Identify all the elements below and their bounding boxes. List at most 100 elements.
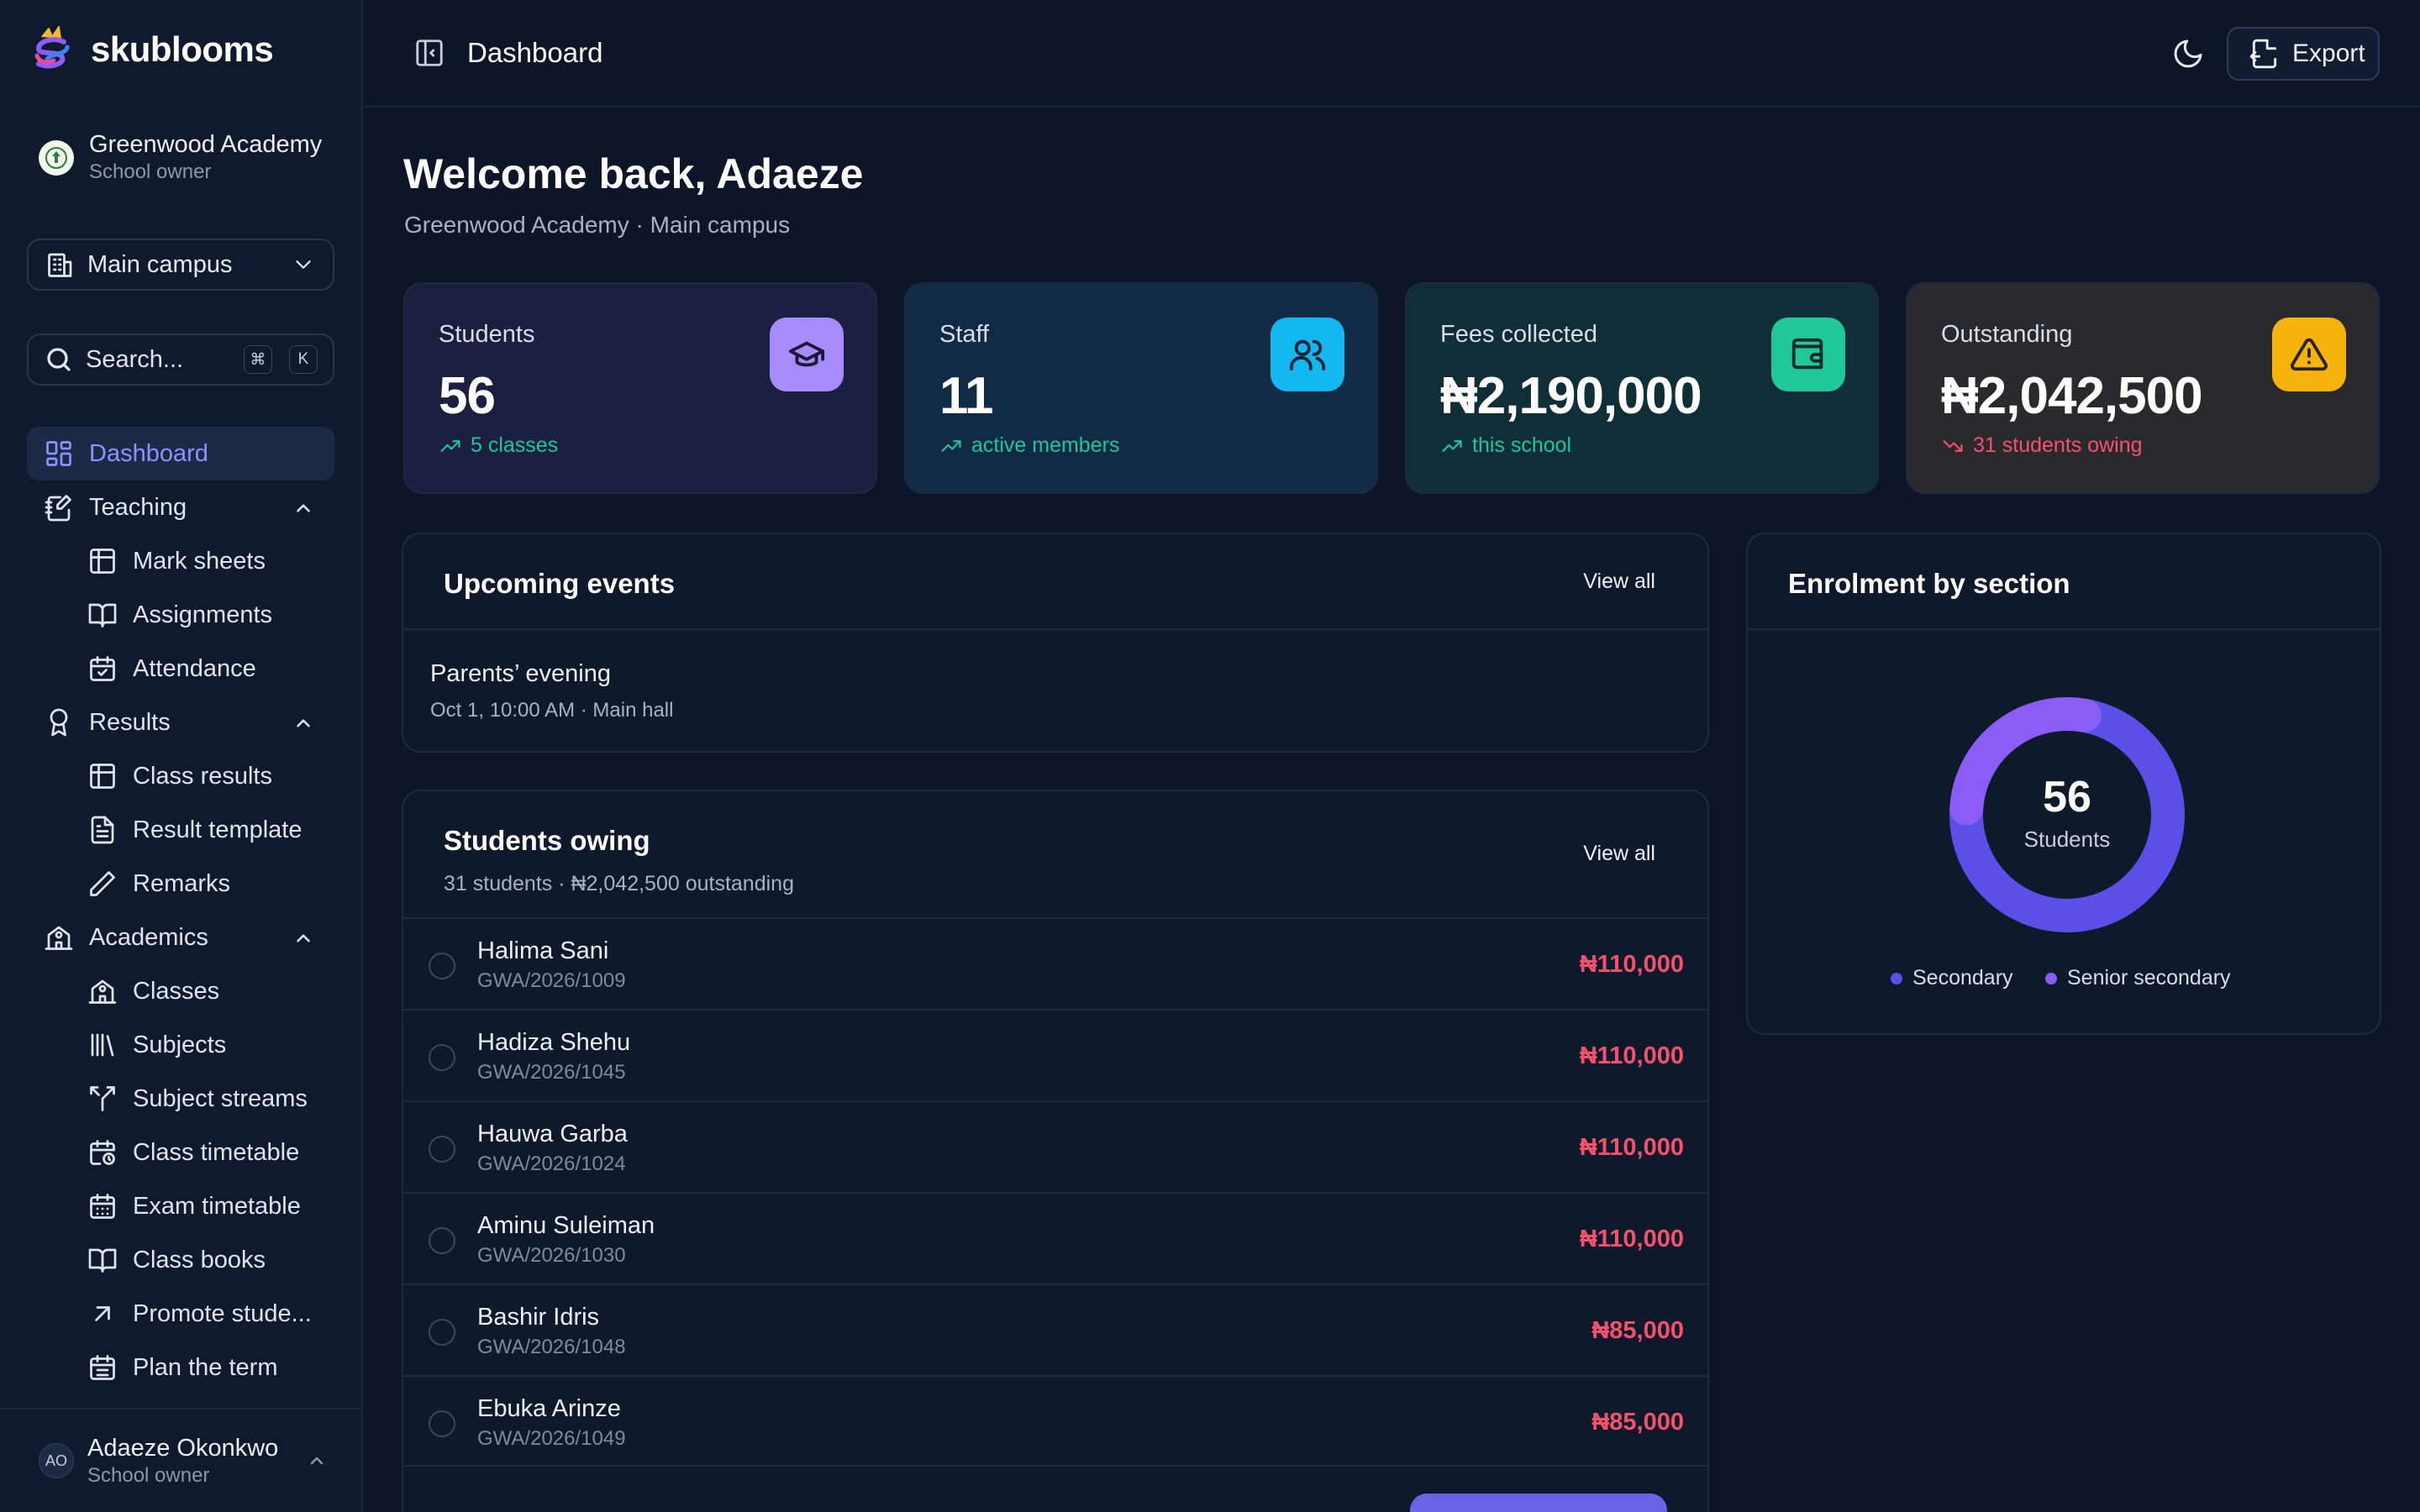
user-name: Adaeze Okonkwo (87, 1434, 279, 1462)
building-icon (45, 249, 76, 280)
sidebar-item-label: Attendance (133, 654, 256, 682)
users-icon (1270, 318, 1344, 391)
table-row[interactable]: Bashir Idris GWA/2026/1048 ₦85,000 (403, 1284, 1707, 1375)
student-id: GWA/2026/1024 (477, 1152, 626, 1175)
welcome-title: Welcome back, Adaeze (403, 150, 864, 197)
sidebar-item-label: Result template (133, 816, 302, 843)
file-text-icon (87, 815, 118, 845)
table-row[interactable]: Hauwa Garba GWA/2026/1024 ₦110,000 (403, 1100, 1707, 1192)
sidebar-item-mark-sheets[interactable]: Mark sheets (27, 534, 334, 588)
avatar: AO (39, 1443, 74, 1478)
sidebar-item-label: Class results (133, 762, 272, 790)
award-icon (44, 707, 74, 738)
event-meta: Oct 1, 10:00 AM · Main hall (430, 699, 674, 722)
chevron-up-icon (292, 497, 314, 519)
table-row[interactable]: Ebuka Arinze GWA/2026/1049 ₦85,000 (403, 1375, 1707, 1467)
sidebar-item-label: Academics (89, 923, 208, 951)
sidebar-item-class-books[interactable]: Class books (27, 1233, 334, 1287)
sidebar-item-exam-timetable[interactable]: Exam timetable (27, 1179, 334, 1233)
calendar-clock-icon (87, 1137, 118, 1168)
sidebar-group-results[interactable]: Results (27, 696, 334, 749)
student-name: Hadiza Shehu (477, 1029, 631, 1056)
stat-card-staff[interactable]: Staff 11 active members (904, 282, 1378, 494)
stat-trend-text: active members (971, 433, 1120, 457)
stat-value: ₦2,042,500 (1941, 367, 2203, 425)
school-switcher[interactable]: Greenwood Academy School owner (39, 131, 341, 184)
card-title: Upcoming events (444, 568, 676, 599)
calendar-check-icon (87, 654, 118, 684)
search-input[interactable]: Search... ⌘ K (27, 333, 334, 386)
user-role: School owner (87, 1463, 210, 1487)
sidebar-item-classes[interactable]: Classes (27, 964, 334, 1018)
chevron-down-icon (291, 252, 316, 277)
trending-up-icon (939, 434, 963, 458)
brand[interactable]: skublooms (30, 25, 274, 74)
campus-label: Main campus (87, 250, 233, 278)
table-row[interactable]: Hadiza Shehu GWA/2026/1045 ₦110,000 (403, 1009, 1707, 1100)
sidebar-item-promote-students[interactable]: Promote stude... (27, 1287, 334, 1341)
row-select-radio[interactable] (429, 953, 455, 979)
legend-swatch (1891, 972, 1902, 984)
stat-label: Outstanding (1941, 321, 2073, 348)
shortcut-cmd-key: ⌘ (244, 345, 272, 374)
row-select-radio[interactable] (429, 1410, 455, 1437)
table-row[interactable]: Halima Sani GWA/2026/1009 ₦110,000 (403, 917, 1707, 1009)
trending-up-icon (1440, 434, 1464, 458)
owing-view-all-link[interactable]: View all (1583, 842, 1655, 866)
student-id: GWA/2026/1045 (477, 1061, 626, 1084)
skublooms-logo-icon (30, 25, 77, 74)
row-select-radio[interactable] (429, 1227, 455, 1254)
stat-label: Fees collected (1440, 321, 1597, 348)
table-row[interactable]: Aminu Suleiman GWA/2026/1030 ₦110,000 (403, 1192, 1707, 1284)
row-select-radio[interactable] (429, 1044, 455, 1071)
sidebar-item-dashboard[interactable]: Dashboard (27, 427, 334, 480)
stat-card-fees-collected[interactable]: Fees collected ₦2,190,000 this school (1405, 282, 1879, 494)
stat-card-outstanding[interactable]: Outstanding ₦2,042,500 31 students owing (1906, 282, 2380, 494)
sidebar-item-attendance[interactable]: Attendance (27, 642, 334, 696)
student-id: GWA/2026/1049 (477, 1427, 626, 1450)
export-button[interactable]: Export (2227, 27, 2380, 81)
stat-label: Staff (939, 321, 990, 348)
file-export-icon (2249, 38, 2281, 70)
sidebar-item-assignments[interactable]: Assignments (27, 588, 334, 642)
row-select-radio[interactable] (429, 1319, 455, 1346)
page-title: Dashboard (467, 37, 603, 68)
sidebar-item-result-template[interactable]: Result template (27, 803, 334, 857)
school-crest-icon (39, 139, 74, 176)
stat-card-students[interactable]: Students 56 5 classes (403, 282, 877, 494)
upcoming-events-card: Upcoming events View all Parents’ evenin… (402, 533, 1709, 753)
sidebar-item-subjects[interactable]: Subjects (27, 1018, 334, 1072)
row-select-radio[interactable] (429, 1136, 455, 1163)
student-name: Ebuka Arinze (477, 1395, 621, 1422)
school-role: School owner (89, 160, 212, 183)
events-view-all-link[interactable]: View all (1583, 570, 1655, 594)
legend-item-senior-secondary: Senior secondary (2045, 966, 2231, 990)
sidebar-toggle-icon[interactable] (413, 37, 445, 69)
table-icon (87, 546, 118, 576)
sidebar-item-label: Class timetable (133, 1138, 300, 1166)
sidebar-item-class-timetable[interactable]: Class timetable (27, 1126, 334, 1179)
sidebar-item-label: Mark sheets (133, 547, 266, 575)
sidebar-group-teaching[interactable]: Teaching (27, 480, 334, 534)
sidebar: skublooms Greenwood Academy School owner… (0, 0, 363, 1512)
sidebar-item-subject-streams[interactable]: Subject streams (27, 1072, 334, 1126)
divider (403, 628, 1707, 630)
sidebar-item-label: Subjects (133, 1031, 227, 1058)
card-title: Enrolment by section (1788, 568, 2070, 599)
book-open-icon (87, 1245, 118, 1275)
school-name: Greenwood Academy (89, 131, 323, 158)
owing-footer-action-button[interactable] (1410, 1494, 1667, 1512)
sidebar-item-class-results[interactable]: Class results (27, 749, 334, 803)
campus-select[interactable]: Main campus (27, 239, 334, 291)
search-icon (44, 344, 74, 375)
topbar: Dashboard Export (365, 0, 2420, 108)
event-title: Parents’ evening (430, 660, 611, 687)
theme-toggle-moon-icon[interactable] (2171, 37, 2205, 71)
sidebar-item-plan-term[interactable]: Plan the term (27, 1341, 334, 1394)
sidebar-nav: Dashboard Teaching Mark sheets Assignmen… (27, 427, 334, 1394)
sidebar-group-academics[interactable]: Academics (27, 911, 334, 964)
user-menu[interactable]: AO Adaeze Okonkwo School owner (0, 1408, 363, 1512)
amount-owed: ₦110,000 (1579, 1226, 1684, 1252)
pen-icon (87, 869, 118, 899)
sidebar-item-remarks[interactable]: Remarks (27, 857, 334, 911)
